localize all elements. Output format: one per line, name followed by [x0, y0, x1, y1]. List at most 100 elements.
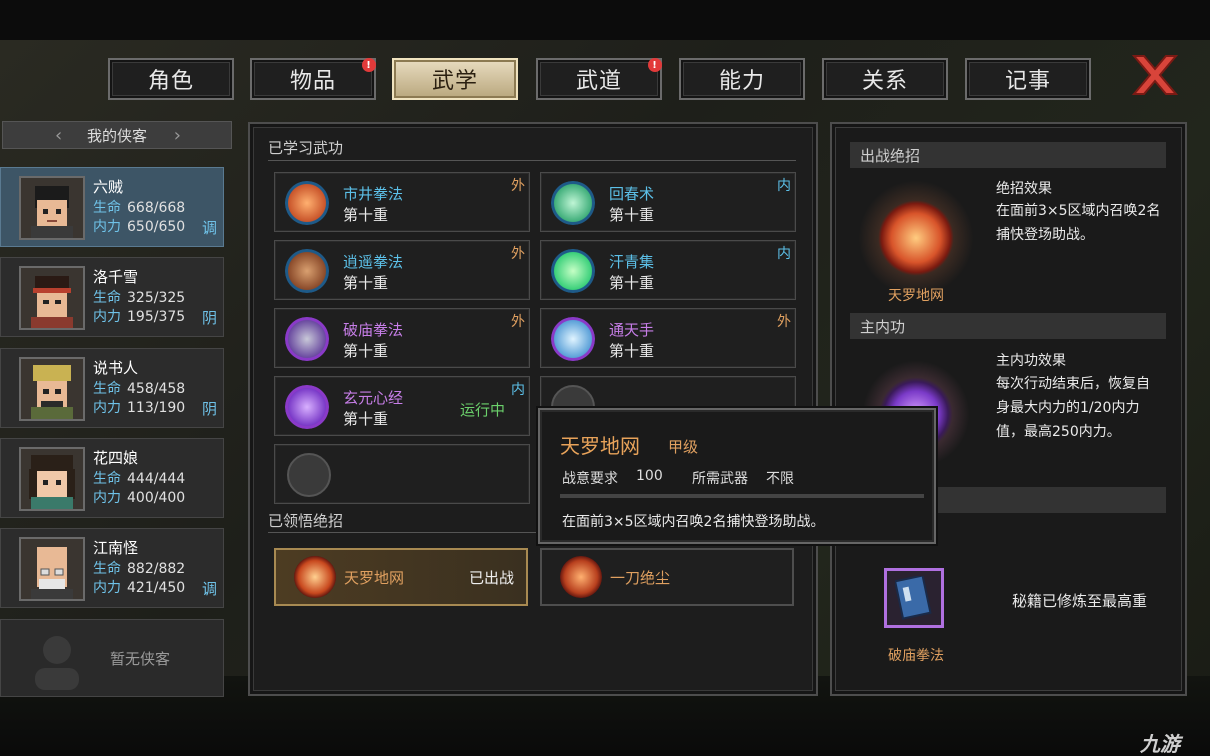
tab-journal[interactable]: 记事	[965, 58, 1091, 100]
inner-effect-text: 每次行动结束后，恢复自身最大内力的1/20内力值，最高250内力。	[996, 376, 1150, 440]
tab-relations[interactable]: 关系	[822, 58, 948, 100]
mp-label: 内力	[93, 490, 121, 506]
yinyang-tag: 调	[201, 219, 217, 237]
skill-level: 第十重	[609, 342, 655, 360]
roster-member[interactable]: 花四娘 生命 444/444 内力 400/400	[0, 438, 224, 518]
roster-title: 我的侠客	[86, 126, 147, 145]
mp-label: 内力	[93, 309, 121, 325]
tab-ability[interactable]: 能力	[679, 58, 805, 100]
chevron-right-icon[interactable]: ›	[174, 125, 181, 146]
tab-label: 武学	[431, 69, 478, 94]
mp-value: 195/375	[127, 309, 186, 325]
skill-card[interactable]: 市井拳法 第十重 外	[274, 172, 530, 232]
tooltip-divider	[560, 494, 924, 498]
member-mp: 内力 195/375	[93, 306, 185, 326]
roster-member[interactable]: 洛千雪 生命 325/325 内力 195/375 阴	[0, 257, 224, 337]
skill-name: 回春术	[609, 185, 655, 203]
hp-value: 325/325	[127, 290, 186, 306]
skill-type-tag: 外	[511, 178, 525, 194]
skill-card[interactable]: 汗青集 第十重 内	[540, 240, 796, 300]
vortex-icon	[285, 385, 329, 429]
green-flame-icon	[551, 249, 595, 293]
skill-type-tag: 外	[511, 314, 525, 330]
alert-badge-icon: !	[362, 58, 376, 72]
avatar	[19, 537, 85, 601]
skill-type-tag: 外	[511, 246, 525, 262]
roster-member[interactable]: 江南怪 生命 882/882 内力 421/450 调	[0, 528, 224, 608]
ult-effect-title: 绝招效果	[996, 181, 1052, 197]
yinyang-tag: 阴	[201, 309, 217, 327]
divider	[268, 160, 796, 161]
roster-header: ‹ 我的侠客 ›	[2, 121, 232, 149]
avatar	[19, 176, 85, 240]
fist-icon	[285, 181, 329, 225]
hp-label: 生命	[93, 381, 121, 397]
skill-name: 玄元心经	[343, 389, 404, 407]
roster-member[interactable]: 六贼 生命 668/668 内力 650/650 调	[0, 167, 224, 247]
member-hp: 生命 325/325	[93, 287, 185, 307]
ultimate-state: 已出战	[468, 569, 514, 587]
avatar	[19, 447, 85, 511]
net-seal-icon	[294, 556, 336, 598]
skill-name: 市井拳法	[343, 185, 404, 203]
skill-level: 第十重	[343, 274, 389, 292]
alert-badge-icon: !	[648, 58, 662, 72]
mp-label: 内力	[93, 400, 121, 416]
ultimate-name: 一刀绝尘	[610, 569, 671, 587]
skill-type-tag: 内	[777, 246, 791, 262]
healing-potion-icon	[551, 181, 595, 225]
roster-member[interactable]: 说书人 生命 458/458 内力 113/190 阴	[0, 348, 224, 428]
member-mp: 内力 650/650	[93, 216, 185, 236]
tooltip-req-label: 战意要求	[562, 471, 618, 487]
hp-label: 生命	[93, 200, 121, 216]
member-name: 说书人	[93, 359, 139, 377]
member-mp: 内力 421/450	[93, 577, 185, 597]
ultimate-card[interactable]: 天罗地网 已出战	[274, 548, 528, 606]
hp-label: 生命	[93, 290, 121, 306]
member-hp: 生命 458/458	[93, 378, 185, 398]
mp-value: 400/400	[127, 490, 186, 506]
skill-card[interactable]: 通天手 第十重 外	[540, 308, 796, 368]
member-name: 洛千雪	[93, 268, 139, 286]
tab-character[interactable]: 角色	[108, 58, 234, 100]
empty-member-slot[interactable]: 暂无侠客	[0, 619, 224, 697]
hp-value: 444/444	[127, 471, 186, 487]
hp-value: 882/882	[127, 561, 186, 577]
skill-level: 第十重	[343, 342, 389, 360]
mp-label: 内力	[93, 219, 121, 235]
ultimates-title: 已领悟绝招	[268, 512, 344, 530]
tab-martial-way[interactable]: 武道!	[536, 58, 662, 100]
tooltip-desc: 在面前3×5区域内召唤2名捕快登场助战。	[562, 514, 825, 530]
skill-card[interactable]: 玄元心经 第十重 内 运行中	[274, 376, 530, 436]
mp-value: 421/450	[127, 580, 186, 596]
chevron-left-icon[interactable]: ‹	[55, 125, 62, 146]
tooltip-grade: 甲级	[668, 438, 699, 456]
tab-items[interactable]: 物品!	[250, 58, 376, 100]
ultimate-card[interactable]: 一刀绝尘	[540, 548, 794, 606]
book-name: 破庙拳法	[888, 648, 944, 664]
skill-name: 汗青集	[609, 253, 655, 271]
tooltip-name: 天罗地网	[560, 434, 640, 458]
close-icon[interactable]	[1130, 52, 1180, 98]
tab-label: 角色	[147, 69, 194, 94]
skill-card[interactable]: 破庙拳法 第十重 外	[274, 308, 530, 368]
skill-level: 第十重	[343, 206, 389, 224]
ult-effect-text: 在面前3×5区域内召唤2名捕快登场助战。	[996, 203, 1161, 243]
skill-name: 破庙拳法	[343, 321, 404, 339]
skill-type-tag: 内	[511, 382, 525, 398]
ult-emblem-icon	[858, 180, 974, 296]
tab-martial-arts[interactable]: 武学	[392, 58, 518, 100]
hp-value: 668/668	[127, 200, 186, 216]
member-name: 花四娘	[93, 449, 139, 467]
tab-label: 能力	[718, 69, 765, 94]
member-hp: 生命 882/882	[93, 558, 185, 578]
skill-card[interactable]: 逍遥拳法 第十重 外	[274, 240, 530, 300]
skill-card-empty[interactable]	[274, 444, 530, 504]
tab-label: 武道	[575, 69, 622, 94]
palm-icon	[551, 317, 595, 361]
yinyang-tag: 调	[201, 580, 217, 598]
skill-card[interactable]: 回春术 第十重 内	[540, 172, 796, 232]
tab-label: 记事	[1004, 69, 1051, 94]
skill-tooltip: 天罗地网 甲级 战意要求 100 所需武器 不限 在面前3×5区域内召唤2名捕快…	[538, 408, 936, 544]
mp-value: 650/650	[127, 219, 186, 235]
